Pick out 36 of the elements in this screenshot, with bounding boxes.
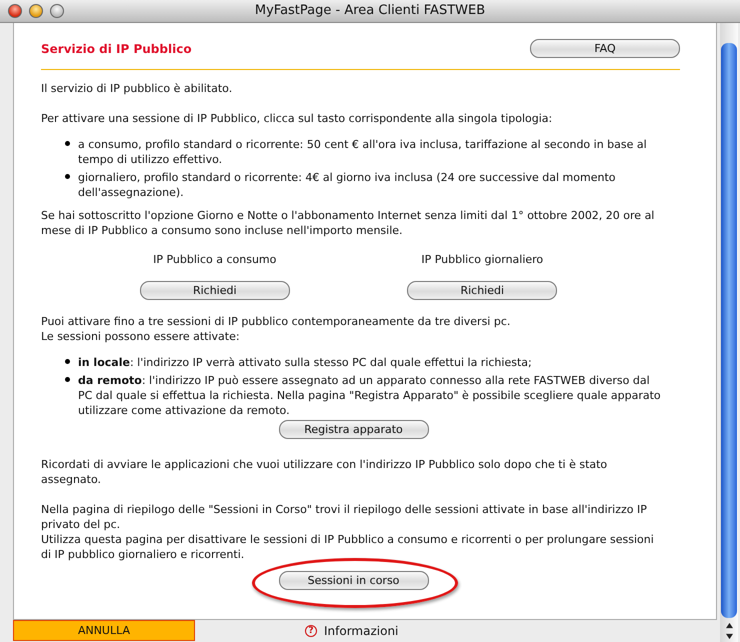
option-label: IP Pubblico giornaliero bbox=[421, 253, 544, 266]
scroll-up-icon[interactable] bbox=[724, 622, 734, 629]
cancel-button[interactable]: ANNULLA bbox=[13, 620, 195, 641]
zoom-icon[interactable] bbox=[50, 4, 64, 18]
scrollbar[interactable] bbox=[720, 23, 738, 642]
paragraph-text: Le sessioni possono essere attivate: bbox=[41, 329, 241, 344]
bullet-text: da remoto: l'indirizzo IP può essere assegnato ad un apparato connesso alla rete FASTWEB diverso dal PC dal quale si effettua la richiesta. Nella pagina "Registra Apparato" è possibile scegliere quale apparato utilizzare come attivazione da remoto. bbox=[78, 373, 662, 418]
tab-label: Informazioni bbox=[324, 624, 398, 638]
action-button[interactable]: Registra apparato bbox=[278, 420, 428, 439]
bullet-icon bbox=[65, 359, 70, 364]
bullet-text: giornaliero, profilo standard o ricorrente: 4€ al giorno iva inclusa (24 ore successive dal momento dell'assegnazione). bbox=[78, 170, 616, 200]
scroll-down-icon[interactable] bbox=[724, 633, 734, 640]
info-tab[interactable]: ? Informazioni bbox=[195, 620, 398, 642]
paragraph-text: Se hai sottoscritto l'opzione Giorno e Notte o l'abbonamento Internet senza limiti dal 1° ottobre 2002, 20 ore al mese di IP Pubblico a consumo sono incluse nell'importo mensile. bbox=[41, 208, 656, 238]
bullet-icon bbox=[65, 174, 70, 179]
faq-button[interactable]: FAQ bbox=[530, 39, 680, 58]
bullet-icon bbox=[65, 377, 70, 382]
paragraph-text: Nella pagina di riepilogo delle "Sessioni in Corso" trovi il riepilogo delle sessioni attivate in base all'indirizzo IP privato del pc. bbox=[41, 502, 648, 532]
page-title: Servizio di IP Pubblico bbox=[41, 42, 192, 56]
request-button[interactable]: Richiedi bbox=[140, 281, 290, 300]
close-icon[interactable] bbox=[8, 4, 22, 18]
paragraph-text: Per attivare una sessione di IP Pubblico, clicca sul tasto corrispondente alla singola tipologia: bbox=[41, 111, 554, 126]
window-title: MyFastPage - Area Clienti FASTWEB bbox=[254, 3, 486, 18]
paragraph-text: Il servizio di IP pubblico è abilitato. bbox=[41, 81, 234, 96]
action-button[interactable]: Sessioni in corso bbox=[278, 571, 428, 590]
request-button[interactable]: Richiedi bbox=[407, 281, 558, 300]
paragraph-text: Ricordati di avviare le applicazioni che vuoi utilizzare con l'indirizzo IP Pubblico solo dopo che ti è stato assegnato. bbox=[41, 457, 608, 487]
bullet-text: a consumo, profilo standard o ricorrente: 50 cent € all'ora iva inclusa, tariffazione al secondo in base al tempo di utilizzo effettivo. bbox=[78, 137, 648, 167]
bullet-icon bbox=[65, 141, 70, 146]
option-label: IP Pubblico a consumo bbox=[153, 253, 276, 266]
paragraph-text: Puoi attivare fino a tre sessioni di IP pubblico contemporaneamente da tre diversi pc. bbox=[41, 314, 512, 329]
scroll-thumb[interactable] bbox=[721, 43, 737, 618]
minimize-icon[interactable] bbox=[29, 4, 43, 18]
help-icon: ? bbox=[305, 625, 317, 637]
bullet-text: in locale: l'indirizzo IP verrà attivato sulla stesso PC dal quale effettui la richiesta; bbox=[78, 355, 532, 370]
paragraph-text: Utilizza questa pagina per disattivare le sessioni di IP Pubblico a consumo e ricorrenti o per prolungare sessioni di IP pubblico giornaliero e ricorrenti. bbox=[41, 532, 655, 562]
